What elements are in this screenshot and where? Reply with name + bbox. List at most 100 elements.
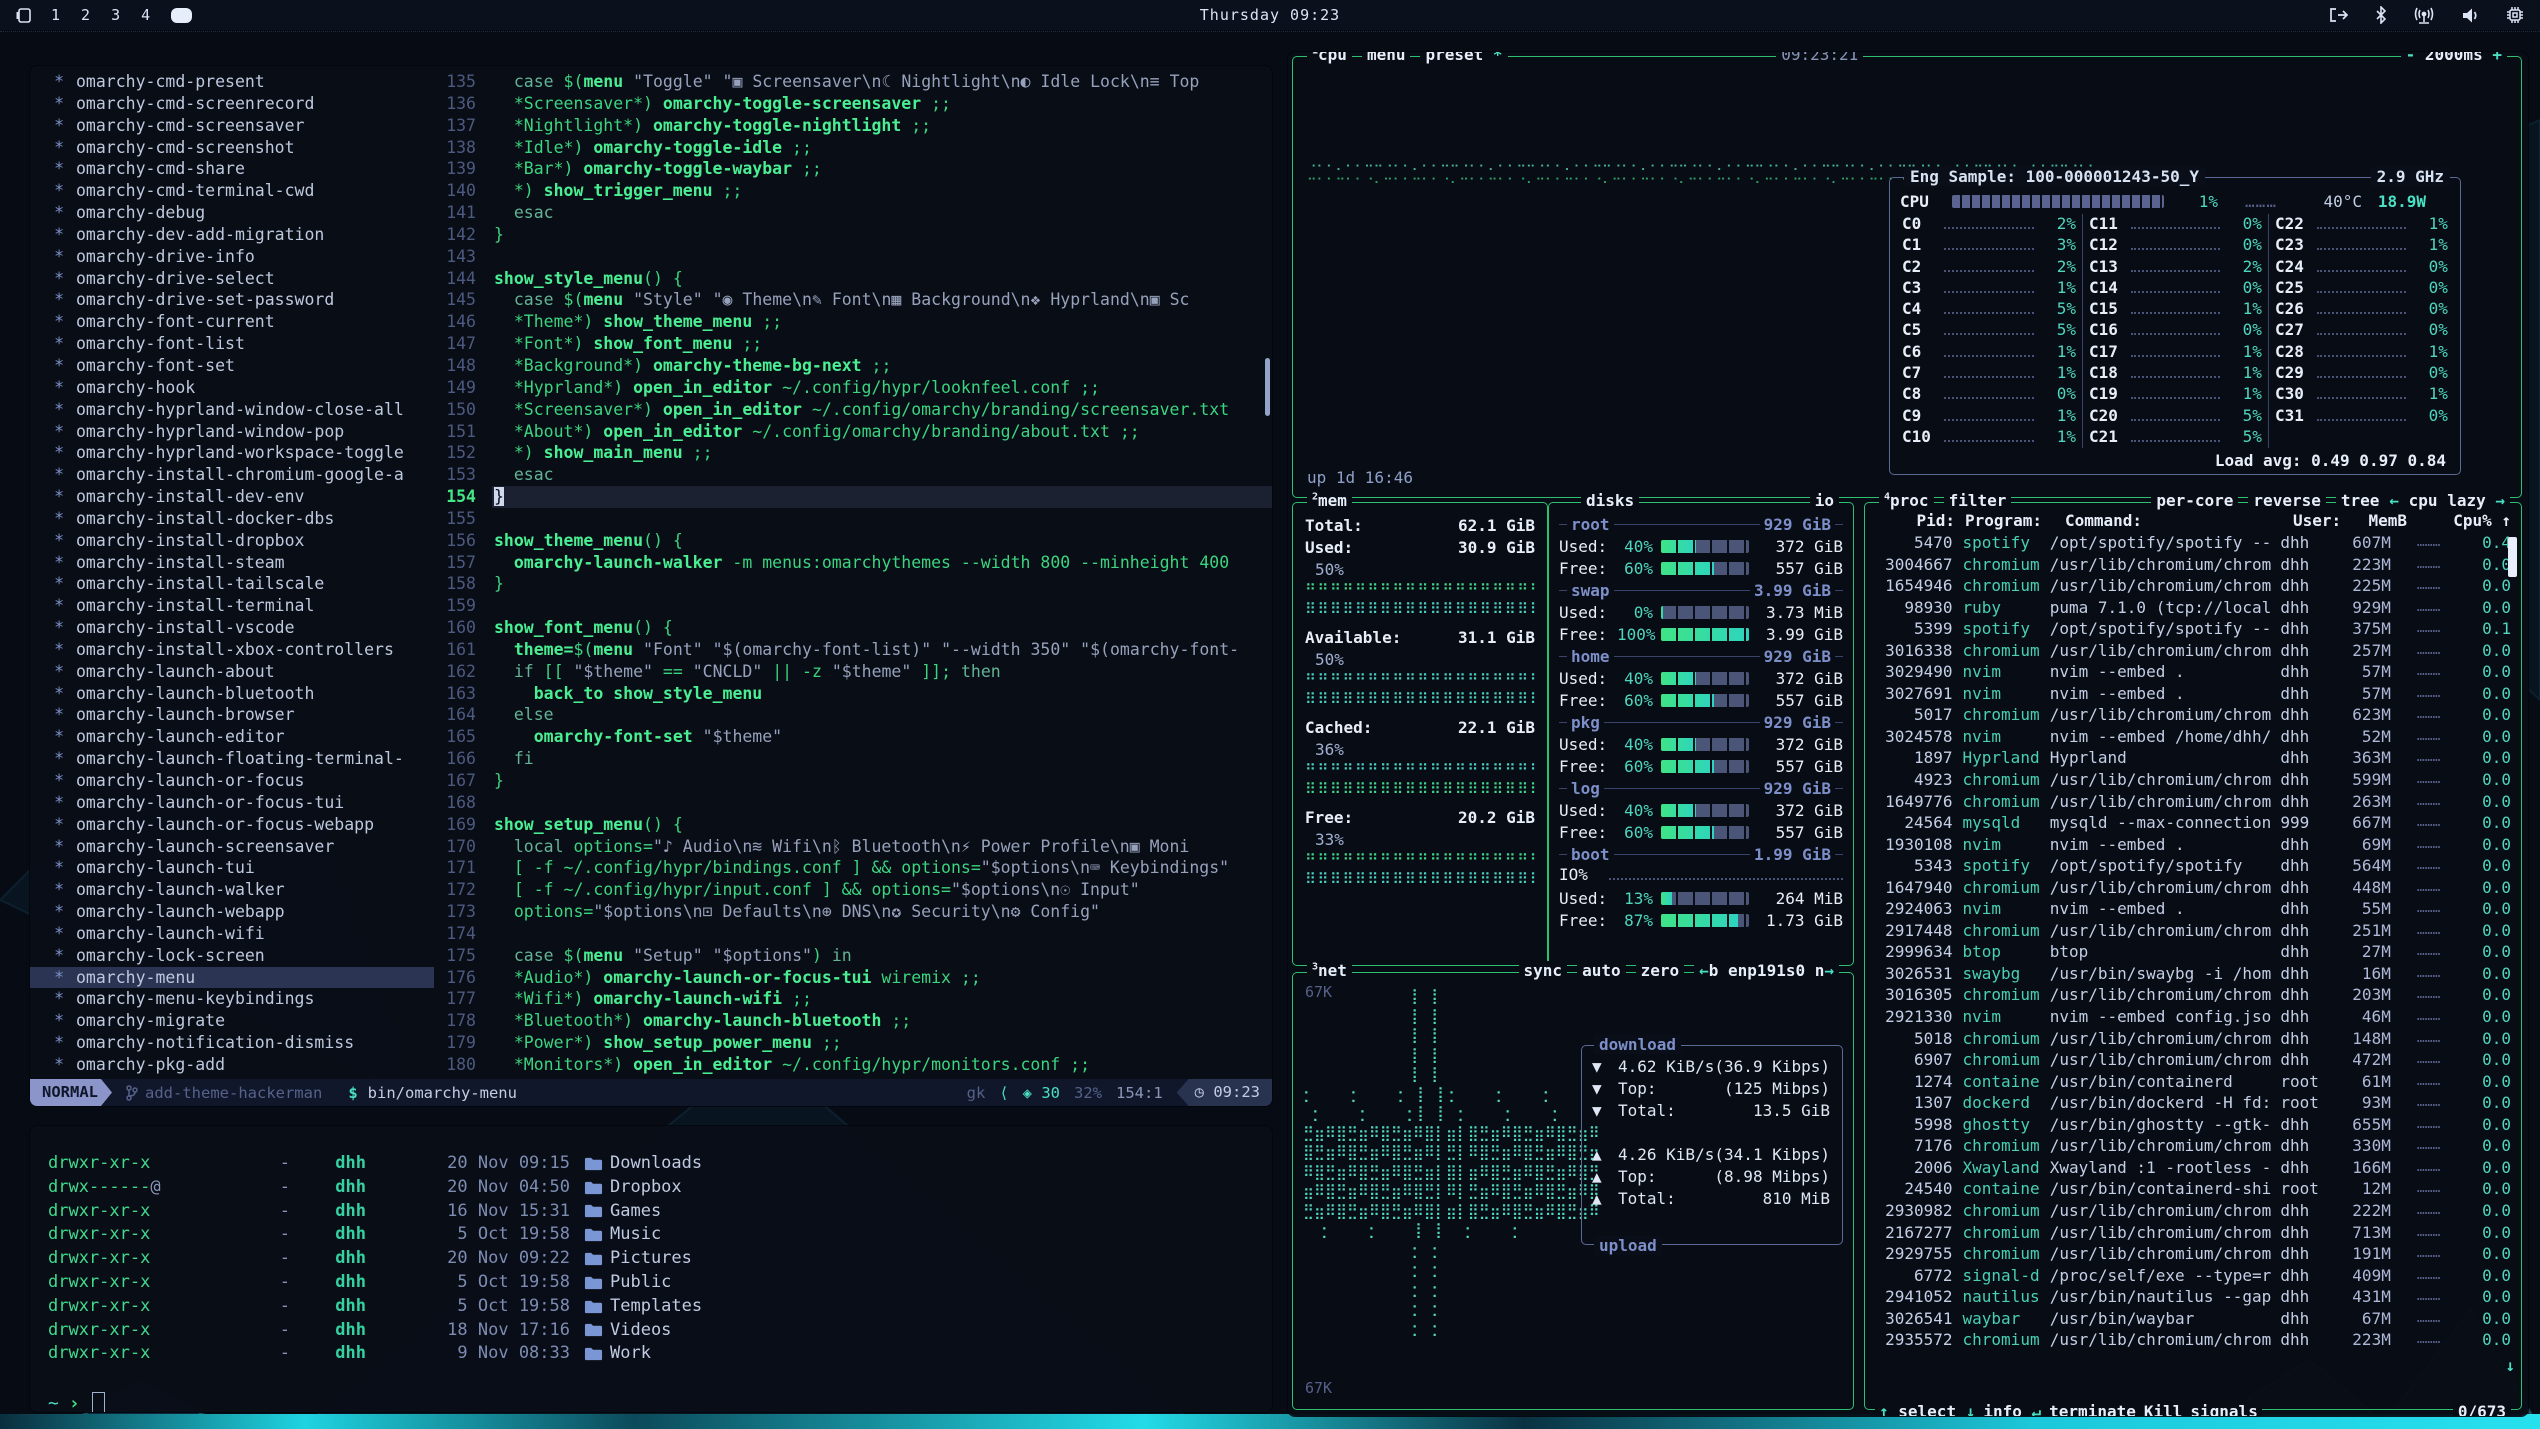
process-row[interactable]: 3004667chromium/usr/lib/chromium/chromdh… <box>1875 554 2511 576</box>
process-row[interactable]: 5998ghostty/usr/bin/ghostty --gtk-dhh655… <box>1875 1114 2511 1136</box>
code-line[interactable]: *Monitors*) open_in_editor ~/.config/hyp… <box>492 1054 1272 1076</box>
net-auto-button[interactable]: auto <box>1577 961 1626 980</box>
code-line[interactable]: *Bluetooth*) omarchy-launch-bluetooth ;; <box>492 1010 1272 1032</box>
code-line[interactable]: *About*) open_in_editor ~/.config/omarch… <box>492 421 1272 443</box>
cpu-chip-icon[interactable] <box>2506 6 2524 24</box>
code-line[interactable]: show_theme_menu() { <box>492 530 1272 552</box>
net-sync-button[interactable]: sync <box>1519 961 1568 980</box>
file-list-item[interactable]: *omarchy-debug141 esac <box>30 202 1272 224</box>
code-line[interactable]: } <box>492 770 1272 792</box>
process-row[interactable]: 1274containe/usr/bin/containerdroot61M……… <box>1875 1071 2511 1093</box>
btop-preset-button[interactable]: preset * <box>1420 52 1507 64</box>
file-list-item[interactable]: *omarchy-install-docker-dbs155 <box>30 508 1272 530</box>
process-row[interactable]: 24540containe/usr/bin/containerd-shiroot… <box>1875 1178 2511 1200</box>
proc-per-core-button[interactable]: per-core <box>2151 491 2238 510</box>
process-row[interactable]: 2917448chromium/usr/lib/chromium/chromdh… <box>1875 920 2511 942</box>
process-row[interactable]: 3016338chromium/usr/lib/chromium/chromdh… <box>1875 640 2511 662</box>
code-line[interactable]: *Bar*) omarchy-toggle-waybar ;; <box>492 158 1272 180</box>
code-line[interactable]: options="$options\n⊡ Defaults\n⊕ DNS\n✪ … <box>492 901 1272 923</box>
process-row[interactable]: 5017chromium/usr/lib/chromium/chromdhh62… <box>1875 704 2511 726</box>
file-list-item[interactable]: *omarchy-pkg-add180 *Monitors*) open_in_… <box>30 1054 1272 1076</box>
directory-name[interactable]: Downloads <box>610 1152 702 1176</box>
file-list-item[interactable]: *omarchy-menu176 *Audio*) omarchy-launch… <box>30 967 1272 989</box>
directory-name[interactable]: Music <box>610 1223 661 1247</box>
proc-select-control[interactable]: ↑ select ↓ <box>1875 1402 1979 1416</box>
code-line[interactable]: esac <box>492 202 1272 224</box>
net-interface-switcher[interactable]: ←b enp191s0 n→ <box>1694 961 1839 980</box>
file-list-item[interactable]: *omarchy-launch-screensaver170 local opt… <box>30 836 1272 858</box>
code-line[interactable]: *Theme*) show_theme_menu ;; <box>492 311 1272 333</box>
process-row[interactable]: 2006XwaylandXwayland :1 -rootless -dhh16… <box>1875 1157 2511 1179</box>
code-line[interactable]: case $(menu "Toggle" "▣ Screensaver\n☾ N… <box>492 71 1272 93</box>
process-row[interactable]: 3024578nvimnvim --embed /home/dhh/dhh52M… <box>1875 726 2511 748</box>
code-line[interactable]: *Background*) omarchy-theme-bg-next ;; <box>492 355 1272 377</box>
file-list-item[interactable]: *omarchy-launch-or-focus167} <box>30 770 1272 792</box>
file-list-item[interactable]: *omarchy-hyprland-window-pop151 *About*)… <box>30 421 1272 443</box>
file-list-item[interactable]: *omarchy-drive-info143 <box>30 246 1272 268</box>
file-list-item[interactable]: *omarchy-cmd-terminal-cwd140 *) show_tri… <box>30 180 1272 202</box>
code-line[interactable]: } <box>492 224 1272 246</box>
proc-terminate-button[interactable]: terminate <box>2045 1402 2140 1416</box>
process-row[interactable]: 3016305chromium/usr/lib/chromium/chromdh… <box>1875 984 2511 1006</box>
process-row[interactable]: 98930rubypuma 7.1.0 (tcp://localdhh929M…… <box>1875 597 2511 619</box>
code-line[interactable]: back_to show_style_menu <box>492 683 1272 705</box>
editor-scrollbar[interactable] <box>1265 358 1270 416</box>
process-row[interactable]: 2929755chromium/usr/lib/chromium/chromdh… <box>1875 1243 2511 1265</box>
process-row[interactable]: 7176chromium/usr/lib/chromium/chromdhh33… <box>1875 1135 2511 1157</box>
code-line[interactable]: omarchy-launch-walker -m menus:omarchyth… <box>492 552 1272 574</box>
code-line[interactable]: fi <box>492 748 1272 770</box>
file-list-item[interactable]: *omarchy-launch-editor165 omarchy-font-s… <box>30 726 1272 748</box>
file-list-item[interactable]: *omarchy-cmd-screenshot138 *Idle*) omarc… <box>30 137 1272 159</box>
process-row[interactable]: 24564mysqldmysqld --max-connection999667… <box>1875 812 2511 834</box>
code-line[interactable] <box>492 508 1272 530</box>
file-list-item[interactable]: *omarchy-hyprland-window-close-all150 *S… <box>30 399 1272 421</box>
file-list-item[interactable]: *omarchy-launch-or-focus-webapp169show_s… <box>30 814 1272 836</box>
code-line[interactable]: show_setup_menu() { <box>492 814 1272 836</box>
code-line[interactable]: *Idle*) omarchy-toggle-idle ;; <box>492 137 1272 159</box>
directory-name[interactable]: Work <box>610 1342 651 1366</box>
process-row[interactable]: 1307dockerd/usr/bin/dockerd -H fd:root93… <box>1875 1092 2511 1114</box>
code-line[interactable]: *) show_trigger_menu ;; <box>492 180 1272 202</box>
file-list-item[interactable]: *omarchy-hook149 *Hyprland*) open_in_edi… <box>30 377 1272 399</box>
code-line[interactable]: *Audio*) omarchy-launch-or-focus-tui wir… <box>492 967 1272 989</box>
file-list-item[interactable]: *omarchy-launch-tui171 [ -f ~/.config/hy… <box>30 857 1272 879</box>
directory-name[interactable]: Templates <box>610 1295 702 1319</box>
file-list-item[interactable]: *omarchy-font-set148 *Background*) omarc… <box>30 355 1272 377</box>
process-row[interactable]: 6772signal-d/proc/self/exe --type=rdhh40… <box>1875 1265 2511 1287</box>
file-list-item[interactable]: *omarchy-font-current146 *Theme*) show_t… <box>30 311 1272 333</box>
file-list-item[interactable]: *omarchy-install-chromium-google-a153 es… <box>30 464 1272 486</box>
code-line[interactable]: case $(menu "Setup" "$options") in <box>492 945 1272 967</box>
workspace-2[interactable]: 2 <box>81 6 90 24</box>
directory-name[interactable]: Games <box>610 1200 661 1224</box>
code-line[interactable]: if [[ "$theme" == "CNCLD" || -z "$theme"… <box>492 661 1272 683</box>
file-list-item[interactable]: *omarchy-launch-wifi174 <box>30 923 1272 945</box>
disks-io-button[interactable]: io <box>1810 491 1839 510</box>
process-row[interactable]: 1647940chromium/usr/lib/chromium/chromdh… <box>1875 877 2511 899</box>
file-list-item[interactable]: *omarchy-launch-bluetooth163 back_to sho… <box>30 683 1272 705</box>
file-list-item[interactable]: *omarchy-install-dev-env154} <box>30 486 1272 508</box>
process-row[interactable]: 5399spotify/opt/spotify/spotify --dhh375… <box>1875 618 2511 640</box>
volume-icon[interactable] <box>2461 7 2480 24</box>
code-line[interactable]: local options="♪ Audio\n≋ Wifi\nᛒ Blueto… <box>492 836 1272 858</box>
screencast-icon[interactable] <box>2329 7 2349 23</box>
code-line[interactable]: case $(menu "Style" "◉ Theme\n✎ Font\n▦ … <box>492 289 1272 311</box>
process-row[interactable]: 3026541waybar/usr/bin/waybardhh67M………0.0 <box>1875 1308 2511 1330</box>
file-list-item[interactable]: *omarchy-lock-screen175 case $(menu "Set… <box>30 945 1272 967</box>
process-row[interactable]: 2941052nautilus/usr/bin/nautilus --gapdh… <box>1875 1286 2511 1308</box>
code-line[interactable]: show_style_menu() { <box>492 268 1272 290</box>
process-row[interactable]: 2935572chromium/usr/lib/chromium/chromdh… <box>1875 1329 2511 1351</box>
code-line[interactable]: [ -f ~/.config/hypr/input.conf ] && opti… <box>492 879 1272 901</box>
file-list-item[interactable]: *omarchy-font-list147 *Font*) show_font_… <box>30 333 1272 355</box>
workspace-1[interactable]: 1 <box>51 6 60 24</box>
process-row[interactable]: 2167277chromium/usr/lib/chromium/chromdh… <box>1875 1222 2511 1244</box>
shell-prompt[interactable]: ~ › <box>30 1392 1272 1412</box>
file-list-item[interactable]: *omarchy-install-dropbox156show_theme_me… <box>30 530 1272 552</box>
file-list-item[interactable]: *omarchy-launch-or-focus-tui168 <box>30 792 1272 814</box>
process-row[interactable]: 3027691nvimnvim --embed .dhh57M………0.0 <box>1875 683 2511 705</box>
code-line[interactable]: *Screensaver*) open_in_editor ~/.config/… <box>492 399 1272 421</box>
code-line[interactable]: *Font*) show_font_menu ;; <box>492 333 1272 355</box>
proc-tree-button[interactable]: tree <box>2336 491 2385 510</box>
code-line[interactable] <box>492 595 1272 617</box>
code-line[interactable]: theme=$(menu "Font" "$(omarchy-font-list… <box>492 639 1272 661</box>
code-line[interactable]: } <box>492 573 1272 595</box>
